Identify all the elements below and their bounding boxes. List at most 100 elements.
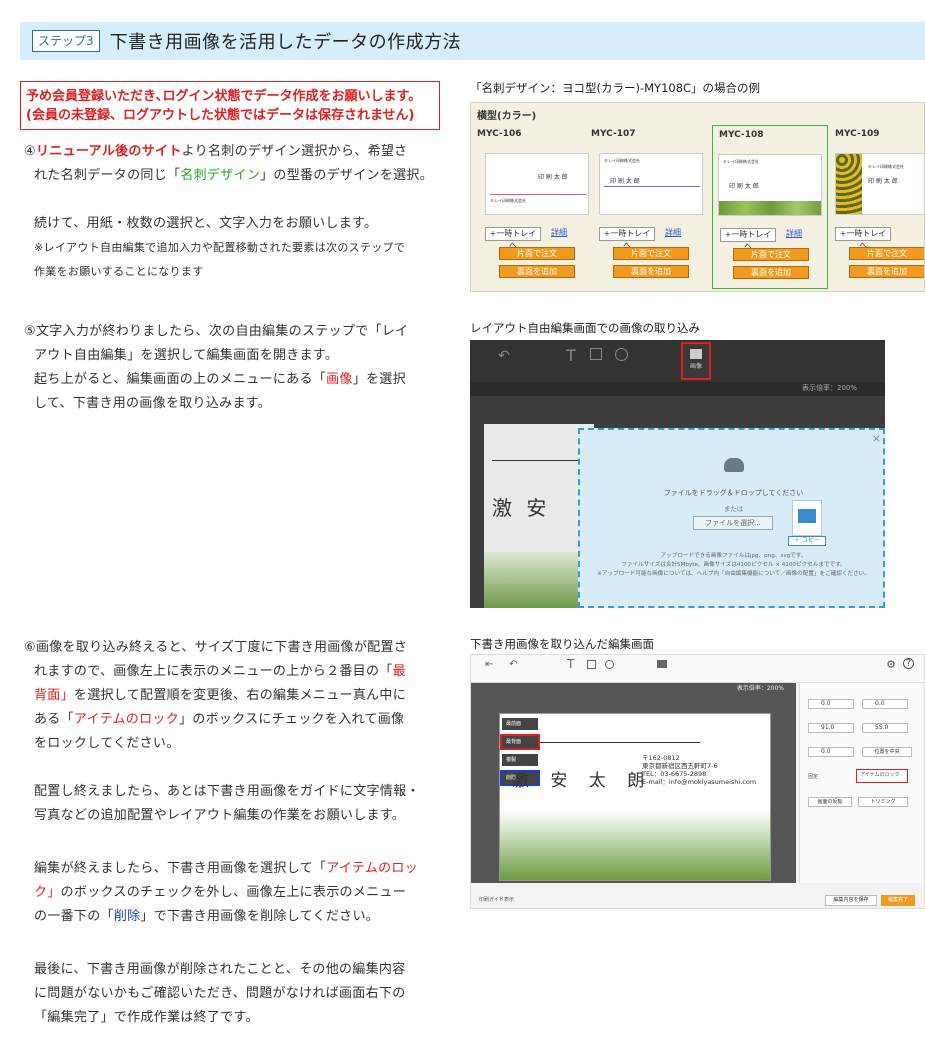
circle-icon[interactable] bbox=[615, 348, 628, 361]
undo-icon[interactable]: ↶ bbox=[509, 659, 517, 670]
add-tray-button[interactable]: +一時トレイへ bbox=[835, 227, 891, 250]
tel: TEL：03-6675-2898 bbox=[642, 770, 707, 778]
step4-text-2a: れた名刺データの同じ「 bbox=[34, 168, 181, 183]
card-code: MYC-109 bbox=[835, 129, 880, 139]
trim-button[interactable]: トリミング bbox=[858, 797, 908, 807]
step4-num: ④ bbox=[24, 144, 36, 159]
close-icon[interactable]: × bbox=[872, 432, 881, 445]
fix-checkbox[interactable]: 固定 bbox=[808, 773, 818, 780]
lock-highlight-2a: アイテムのロッ bbox=[326, 861, 419, 876]
order-single-button[interactable]: 片面で注文 bbox=[613, 247, 689, 260]
step5-text-3c: 」を選択 bbox=[352, 372, 406, 387]
flip-button[interactable]: 画面の反転 bbox=[808, 797, 852, 807]
step6-p2-2: 写真などの追加配置やレイアウト編集の作業をお願いします。 bbox=[34, 808, 406, 823]
order-single-button[interactable]: 片面で注文 bbox=[849, 247, 924, 260]
edit-panel: 0.0 0.0 91.0 55.0 0.0 位置を中央 固定 アイテムのロック … bbox=[799, 683, 924, 883]
canvas-name: 激 安 太 朗 bbox=[512, 771, 653, 791]
design-card-106[interactable]: MYC-106 印 刷 太 郎 キレイ印刷株式会社 +一時トレイへ 詳細 片面で… bbox=[471, 125, 589, 285]
step6-text-1: ⑥画像を取り込み終えると、サイズ丁度に下書き用画像が配置さ bbox=[24, 640, 408, 655]
card-thumbnail[interactable]: 印 刷 太 郎 キレイ印刷株式会社 bbox=[485, 153, 589, 215]
step5-text: ⑤文字入力が終わりましたら、次の自由編集のステップで「レイ アウト自由編集」を選… bbox=[24, 320, 454, 416]
card-code: MYC-108 bbox=[719, 130, 764, 140]
step5-text-1: ⑤文字入力が終わりましたら、次の自由編集のステップで「レイ bbox=[24, 324, 409, 339]
zip-code: 〒162-0812 bbox=[642, 754, 680, 762]
menu-front[interactable]: 最前面 bbox=[502, 718, 538, 730]
help-icon[interactable]: ? bbox=[903, 658, 914, 669]
thumb-company: キレイ印刷株式会社 bbox=[868, 164, 904, 169]
step6-para4: 最後に、下書き用画像が削除されたことと、その他の編集内容 に問題がないかもご確認… bbox=[34, 958, 474, 1030]
card-thumbnail[interactable]: キレイ印刷株式会社 印 刷 太 郎 bbox=[718, 154, 822, 216]
or-text: または bbox=[723, 505, 744, 513]
card-thumbnail[interactable]: キレイ印刷株式会社 印 刷 太 郎 bbox=[599, 153, 703, 215]
upload-info-1: アップロードできる画像ファイルはjpg、png、svgです。 bbox=[660, 553, 807, 559]
login-notice: 予め会員登録いただき､ログイン状態でデータ作成をお願いします。 (会員の未登録、… bbox=[20, 81, 440, 130]
design-card-108[interactable]: MYC-108 キレイ印刷株式会社 印 刷 太 郎 +一時トレイへ 詳細 片面で… bbox=[712, 125, 828, 289]
card-code: MYC-107 bbox=[591, 129, 636, 139]
rect-icon[interactable] bbox=[587, 660, 596, 669]
image-icon[interactable] bbox=[657, 660, 667, 668]
y-field[interactable]: 0.0 bbox=[862, 699, 908, 709]
lock-highlight-2b: ク」 bbox=[34, 885, 61, 900]
order-single-button[interactable]: 片面で注文 bbox=[733, 248, 809, 261]
menu-duplicate[interactable]: 複製 bbox=[502, 754, 538, 766]
caption-2: レイアウト自由編集画面での画像の取り込み bbox=[470, 321, 700, 335]
edit-complete-button[interactable]: 編集完了 bbox=[881, 895, 915, 906]
canvas-line bbox=[540, 742, 700, 743]
upload-dialog[interactable]: × ファイルをドラッグ＆ドロップしてください または ファイルを選択... ＋ … bbox=[578, 428, 885, 608]
item-lock-checkbox[interactable]: アイテムのロック bbox=[856, 769, 908, 783]
add-tray-button[interactable]: +一時トレイへ bbox=[485, 227, 541, 250]
guide-toggle[interactable]: 印刷ガイド表示 bbox=[479, 896, 514, 903]
select-file-button[interactable]: ファイルを選択... bbox=[693, 516, 773, 530]
text-icon[interactable]: T bbox=[566, 346, 576, 365]
rect-icon[interactable] bbox=[590, 348, 602, 360]
center-button[interactable]: 位置を中央 bbox=[862, 747, 912, 757]
zoom-readout: 表示倍率：200% bbox=[736, 685, 784, 692]
circle-icon[interactable] bbox=[605, 660, 614, 669]
copy-badge: ＋ コピー bbox=[788, 536, 826, 546]
step6-para2: 配置し終えましたら、あとは下書き用画像をガイドに文字情報・ 写真などの追加配置や… bbox=[34, 780, 474, 828]
design-card-107[interactable]: MYC-107 キレイ印刷株式会社 印 刷 太 郎 +一時トレイへ 詳細 片面で… bbox=[585, 125, 703, 285]
add-back-button[interactable]: 裏面を追加 bbox=[499, 265, 575, 278]
add-back-button[interactable]: 裏面を追加 bbox=[849, 265, 924, 278]
undo-icon[interactable]: ↶ bbox=[498, 348, 510, 364]
order-single-button[interactable]: 片面で注文 bbox=[499, 247, 575, 260]
thumb-name: 印 刷 太 郎 bbox=[610, 178, 640, 185]
file-drag-icon bbox=[792, 500, 822, 536]
menu-back[interactable]: 最背面 bbox=[500, 734, 540, 750]
upload-info-2: ファイルサイズは合計5Mbyte、画像サイズは4100ピクセル × 4100ピク… bbox=[621, 562, 846, 568]
thumb-line bbox=[604, 186, 700, 187]
step6-p3-1a: 編集が終えましたら、下書き用画像を選択して「 bbox=[34, 861, 327, 876]
add-tray-button[interactable]: +一時トレイへ bbox=[599, 227, 655, 250]
card-canvas[interactable]: 最前面 最背面 複製 削除 激 安 太 朗 〒162-0812 東京都新宿区西五… bbox=[499, 713, 771, 881]
card-thumbnail[interactable]: キレイ印刷株式会社 印 刷 太 郎 bbox=[835, 153, 924, 215]
width-field[interactable]: 91.0 bbox=[808, 723, 854, 733]
detail-link[interactable]: 詳細 bbox=[786, 228, 802, 239]
detail-link[interactable]: 詳細 bbox=[551, 227, 567, 238]
design-list-screenshot: 横型(カラー) MYC-106 印 刷 太 郎 キレイ印刷株式会社 +一時トレイ… bbox=[470, 102, 925, 292]
address: 東京都新宿区西五軒町7-6 bbox=[642, 762, 718, 770]
canvas-address: 〒162-0812 東京都新宿区西五軒町7-6 TEL：03-6675-2898… bbox=[642, 754, 756, 786]
step6-text-3: を選択して配置順を変更後、右の編集メニュー真ん中に bbox=[73, 688, 407, 703]
step4-note-1: ※レイアウト自由編集で追加入力や配置移動された要素は次のステップで bbox=[34, 241, 406, 254]
tree-image bbox=[500, 810, 770, 880]
step5-text-3a: 起ち上がると、編集画面の上のメニューにある「 bbox=[34, 372, 327, 387]
canvas-area: 表示倍率：200% 最前面 最背面 複製 削除 激 安 太 朗 〒162-081… bbox=[471, 683, 796, 883]
gear-icon[interactable]: ⚙ bbox=[886, 658, 896, 671]
add-back-button[interactable]: 裏面を追加 bbox=[733, 266, 809, 279]
step5-text-2: アウト自由編集」を選択して編集画面を開きます。 bbox=[34, 348, 339, 363]
add-back-button[interactable]: 裏面を追加 bbox=[613, 265, 689, 278]
thumb-company: キレイ印刷株式会社 bbox=[490, 198, 526, 203]
text-icon[interactable]: T bbox=[567, 657, 574, 671]
x-field[interactable]: 0.0 bbox=[808, 699, 854, 709]
height-field[interactable]: 55.0 bbox=[862, 723, 908, 733]
add-tray-button[interactable]: +一時トレイへ bbox=[720, 228, 776, 251]
rotate-field[interactable]: 0.0 bbox=[808, 747, 854, 757]
step6-p4-3: 「編集完了」で作成作業は終了です。 bbox=[34, 1010, 259, 1025]
image-tool-button[interactable]: 画像 bbox=[681, 342, 711, 380]
design-card-109[interactable]: MYC-109 キレイ印刷株式会社 印 刷 太 郎 +一時トレイへ 片面で注文 … bbox=[829, 125, 924, 285]
step6-text-5: をロックしてください。 bbox=[34, 736, 180, 751]
first-icon[interactable]: ⇤ bbox=[485, 659, 493, 670]
detail-link[interactable]: 詳細 bbox=[665, 227, 681, 238]
sunflower-graphic bbox=[836, 154, 862, 214]
save-button[interactable]: 編集内容を保存 bbox=[825, 895, 877, 906]
